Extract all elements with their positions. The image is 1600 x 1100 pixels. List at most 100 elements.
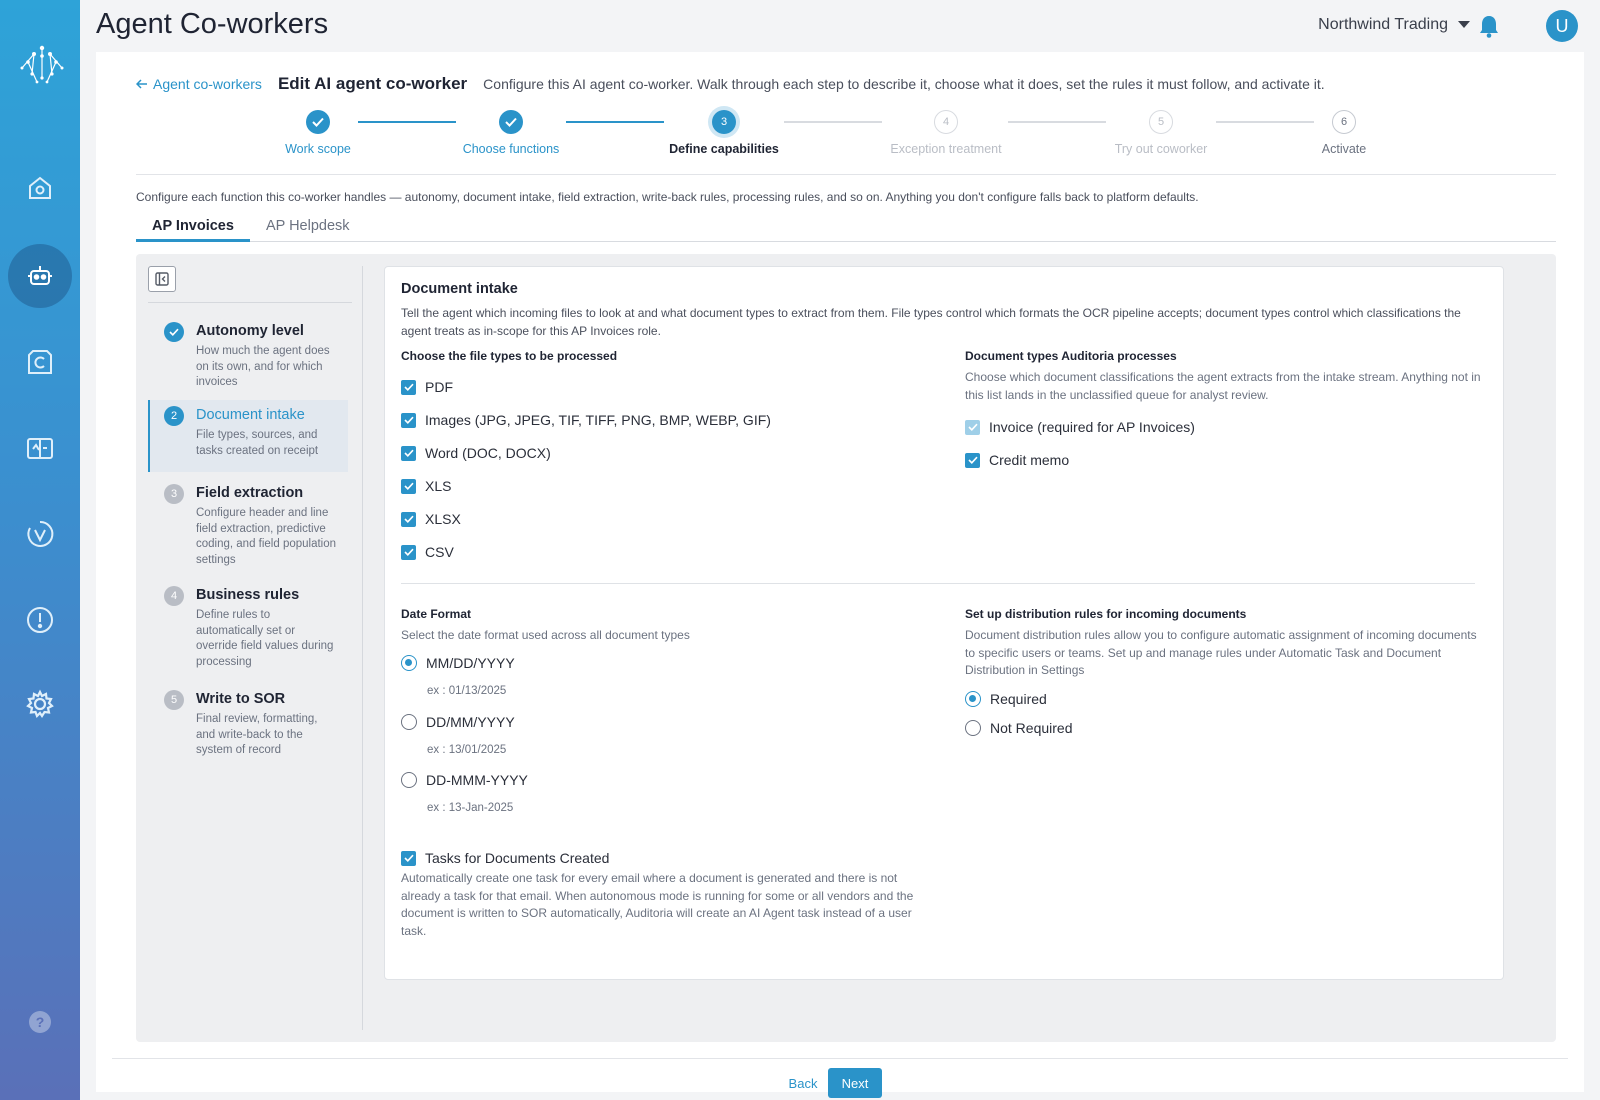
gear-icon[interactable] xyxy=(0,672,80,736)
divider xyxy=(148,302,352,303)
checkbox-checked-icon xyxy=(401,544,416,560)
tasks-for-documents-checkbox[interactable]: Tasks for Documents Created xyxy=(401,850,609,866)
org-name: Northwind Trading xyxy=(1318,16,1448,33)
section-description: Tell the agent which incoming files to l… xyxy=(401,306,1461,338)
divider xyxy=(401,583,1475,584)
date-format-ddmmmyyyy[interactable]: DD-MMM-YYYY xyxy=(401,772,528,788)
checkbox-checked-icon xyxy=(401,412,416,428)
sidebar-item-desc: File types, sources, and tasks created o… xyxy=(196,429,319,457)
checkbox-checked-icon xyxy=(401,850,416,866)
checkbox-checked-icon xyxy=(965,419,980,435)
sidebar-item-document-intake[interactable]: 2 Document intake File types, sources, a… xyxy=(148,400,348,472)
step-label: Try out coworker xyxy=(1114,142,1208,156)
avatar[interactable]: U xyxy=(1546,10,1578,42)
sidebar-item-number: 2 xyxy=(164,406,184,426)
radio-label: MM/DD/YYYY xyxy=(426,655,515,671)
next-button[interactable]: Next xyxy=(828,1068,882,1098)
step-label: Exception treatment xyxy=(890,142,1002,156)
tab-ap-helpdesk[interactable]: AP Helpdesk xyxy=(250,214,366,242)
bell-icon[interactable] xyxy=(1478,14,1500,43)
distribution-not-required[interactable]: Not Required xyxy=(965,720,1073,736)
checkbox-label: Images (JPG, JPEG, TIF, TIFF, PNG, BMP, … xyxy=(425,412,771,428)
check-icon xyxy=(306,110,330,134)
radio-label: DD-MMM-YYYY xyxy=(426,772,528,788)
tasks-description: Automatically create one task for every … xyxy=(401,871,914,938)
sidebar-item-autonomy-level[interactable]: Autonomy level How much the agent does o… xyxy=(148,316,348,395)
date-format-title: Date Format xyxy=(401,607,472,621)
intro-text: Configure each function this co-worker h… xyxy=(136,190,1199,204)
checkbox-label: XLSX xyxy=(425,511,461,527)
step-work-scope[interactable]: Work scope xyxy=(243,110,393,156)
radio-selected-icon xyxy=(401,655,417,671)
sidebar-item-title: Write to SOR xyxy=(196,691,286,707)
file-type-xlsx[interactable]: XLSX xyxy=(401,511,461,527)
file-type-xls[interactable]: XLS xyxy=(401,478,451,494)
step-try-out-coworker[interactable]: 5 Try out coworker xyxy=(1086,110,1236,156)
home-icon[interactable] xyxy=(0,156,80,220)
v-icon[interactable] xyxy=(0,502,80,566)
tab-ap-invoices[interactable]: AP Invoices xyxy=(136,214,250,242)
step-activate[interactable]: 6 Activate xyxy=(1269,110,1419,156)
radio-label: DD/MM/YYYY xyxy=(426,714,515,730)
step-exception-treatment[interactable]: 4 Exception treatment xyxy=(871,110,1021,156)
collapse-sidebar-button[interactable] xyxy=(148,266,176,292)
date-example: ex : 13-Jan-2025 xyxy=(427,802,514,814)
logo-icon[interactable] xyxy=(18,42,64,86)
check-icon xyxy=(499,110,523,134)
book-icon[interactable] xyxy=(0,416,80,480)
sidebar-item-title: Field extraction xyxy=(196,485,304,501)
doc-types-title: Document types Auditoria processes xyxy=(965,349,1177,363)
alert-icon[interactable] xyxy=(0,588,80,652)
checkbox-checked-icon xyxy=(401,511,416,527)
step-label: Choose functions xyxy=(462,142,560,156)
checkbox-checked-icon xyxy=(401,445,416,461)
sidebar-item-title: Business rules xyxy=(196,587,300,603)
checkbox-label: Credit memo xyxy=(989,452,1070,468)
step-label: Define capabilities xyxy=(669,142,779,156)
distribution-required[interactable]: Required xyxy=(965,691,1047,707)
help-icon[interactable]: ? xyxy=(0,990,80,1054)
sidebar-item-desc: Configure header and line field extracti… xyxy=(196,507,337,566)
doc-type-invoice: Invoice (required for AP Invoices) xyxy=(965,419,1195,435)
step-choose-functions[interactable]: Choose functions xyxy=(436,110,586,156)
document-intake-card: Document intake Tell the agent which inc… xyxy=(384,266,1504,980)
date-example: ex : 13/01/2025 xyxy=(427,744,507,756)
chevron-down-icon xyxy=(1458,21,1470,28)
back-to-coworkers-link[interactable]: Agent co-workers xyxy=(136,76,262,92)
sidebar-item-desc: Final review, formatting, and write-back… xyxy=(196,713,318,756)
radio-selected-icon xyxy=(965,691,981,707)
radio-unselected-icon xyxy=(401,772,417,788)
checkbox-label: XLS xyxy=(425,478,452,494)
sidebar-item-title: Document intake xyxy=(196,407,305,423)
radio-unselected-icon xyxy=(965,720,981,736)
sidebar-item-write-to-sor[interactable]: 5 Write to SOR Final review, formatting,… xyxy=(148,684,348,763)
date-format-mmddyyyy[interactable]: MM/DD/YYYY xyxy=(401,655,515,671)
arrow-left-icon xyxy=(136,79,147,89)
sidebar-item-field-extraction[interactable]: 3 Field extraction Configure header and … xyxy=(148,478,348,572)
distribution-description: Document distribution rules allow you to… xyxy=(965,628,1477,677)
file-type-pdf[interactable]: PDF xyxy=(401,379,453,395)
check-icon xyxy=(164,322,184,342)
sidebar-item-number: 4 xyxy=(164,586,184,606)
doc-type-credit-memo[interactable]: Credit memo xyxy=(965,452,1069,468)
sidebar-item-title: Autonomy level xyxy=(196,323,304,339)
robot-icon[interactable] xyxy=(8,244,72,308)
file-type-word[interactable]: Word (DOC, DOCX) xyxy=(401,445,551,461)
step-number: 6 xyxy=(1332,110,1356,134)
date-format-ddmmyyyy[interactable]: DD/MM/YYYY xyxy=(401,714,515,730)
step-define-capabilities[interactable]: 3 Define capabilities xyxy=(649,110,799,156)
step-label: Work scope xyxy=(285,142,351,156)
back-button[interactable]: Back xyxy=(776,1068,830,1098)
collapse-left-icon xyxy=(155,272,169,286)
sidebar-item-business-rules[interactable]: 4 Business rules Define rules to automat… xyxy=(148,580,348,674)
c-icon[interactable] xyxy=(0,330,80,394)
file-type-csv[interactable]: CSV xyxy=(401,544,454,560)
radio-unselected-icon xyxy=(401,714,417,730)
left-nav-rail: ? xyxy=(0,0,80,1100)
step-number: 4 xyxy=(934,110,958,134)
org-switcher[interactable]: Northwind Trading xyxy=(1318,16,1470,34)
checkbox-label: Invoice (required for AP Invoices) xyxy=(989,419,1195,435)
app-title: Agent Co-workers xyxy=(96,8,329,40)
file-type-images[interactable]: Images (JPG, JPEG, TIF, TIFF, PNG, BMP, … xyxy=(401,412,771,428)
page-header: Agent co-workers Edit AI agent co-worker… xyxy=(136,74,1554,94)
